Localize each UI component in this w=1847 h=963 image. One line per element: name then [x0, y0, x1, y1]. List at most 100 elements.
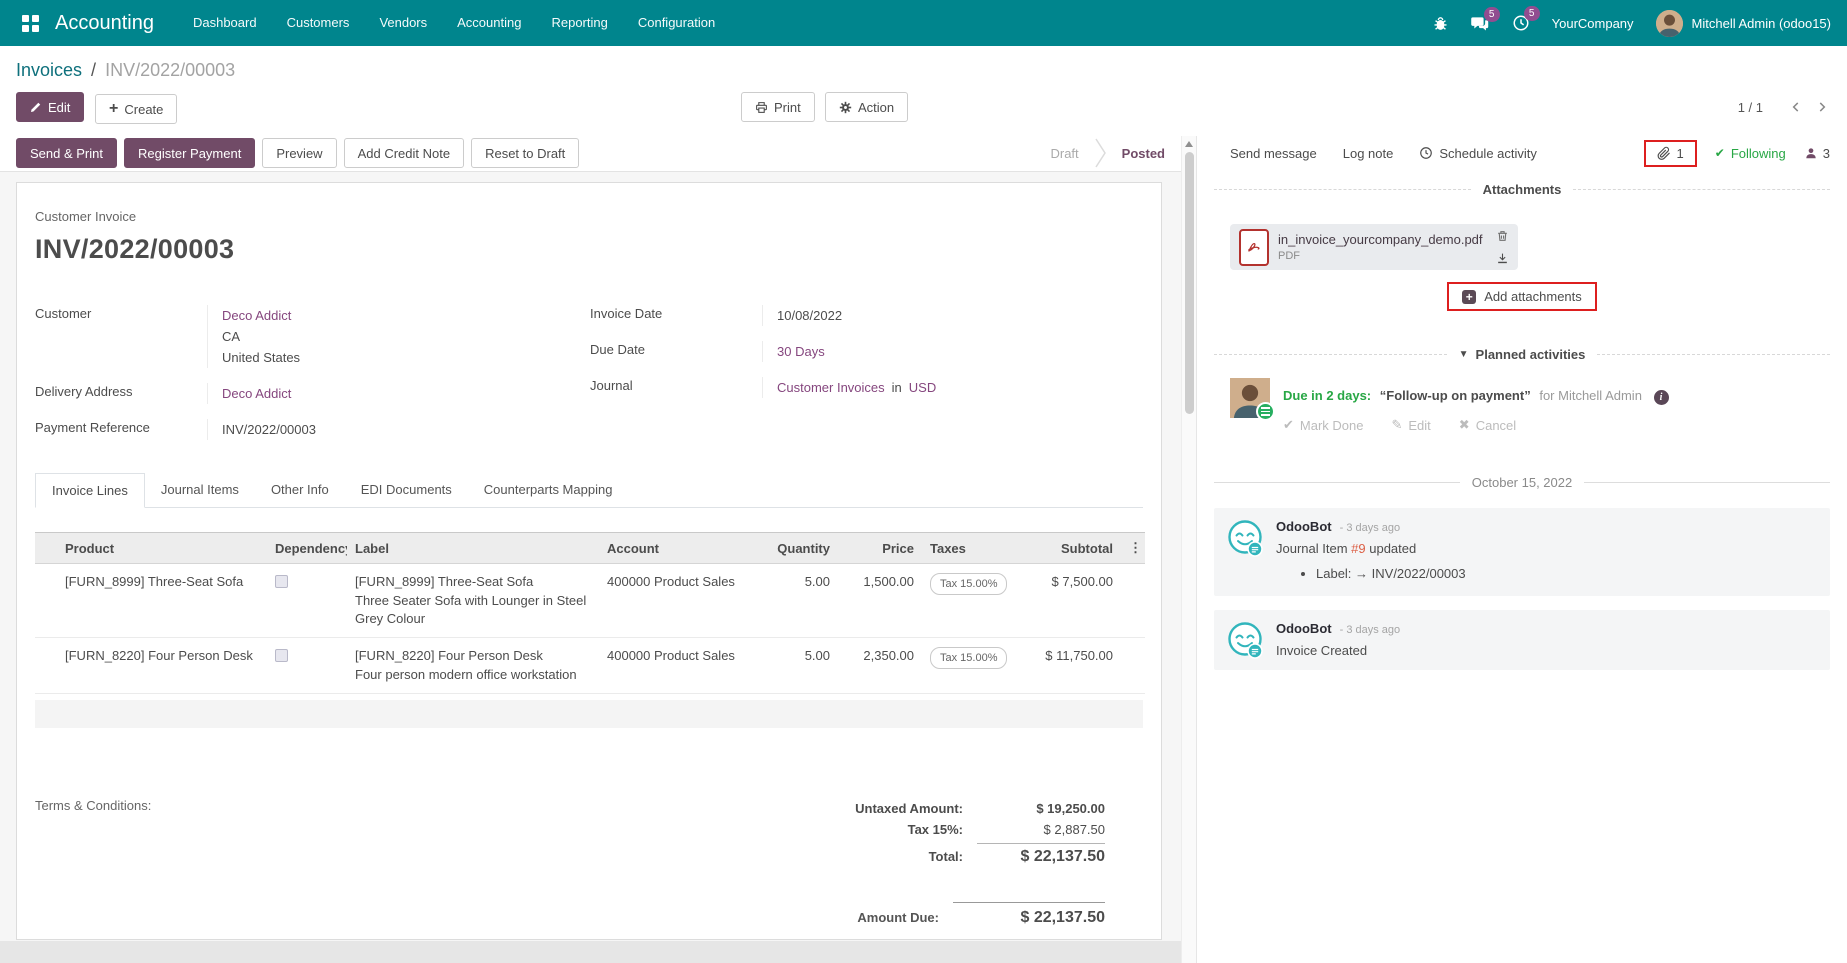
dependency-column-header[interactable]: Dependency	[267, 533, 347, 564]
edit-button[interactable]: Edit	[16, 92, 84, 122]
activity-item: Due in 2 days: “Follow-up on payment” fo…	[1230, 378, 1830, 433]
table-row[interactable]: [FURN_8999] Three-Seat Sofa [FURN_8999] …	[35, 564, 1145, 638]
send-message-button[interactable]: Send message	[1230, 146, 1317, 161]
state-draft[interactable]: Draft	[1035, 146, 1093, 161]
tab-counterparts-mapping[interactable]: Counterparts Mapping	[468, 473, 629, 508]
customer-address-line2: United States	[222, 347, 590, 368]
journal-label: Journal	[590, 377, 762, 398]
tab-other-info[interactable]: Other Info	[255, 473, 345, 508]
mark-done-button[interactable]: ✔Mark Done	[1283, 417, 1363, 433]
delivery-address-link[interactable]: Deco Addict	[222, 386, 291, 401]
invoice-number: INV/2022/00003	[35, 234, 1143, 265]
empty-lines-area	[35, 700, 1143, 728]
form-scrollbar[interactable]	[1181, 136, 1196, 963]
row-label-line1: [FURN_8999] Three-Seat Sofa	[355, 573, 591, 591]
add-credit-note-button[interactable]: Add Credit Note	[344, 138, 465, 168]
subtotal-column-header[interactable]: Subtotal	[1024, 533, 1121, 564]
messages-icon[interactable]: 5	[1471, 15, 1490, 32]
create-button[interactable]: + Create	[95, 94, 177, 124]
action-button[interactable]: Action	[825, 92, 908, 122]
attachments-counter[interactable]: 1	[1644, 140, 1697, 167]
attachment-filename[interactable]: in_invoice_yourcompany_demo.pdf	[1278, 232, 1487, 247]
state-posted[interactable]: Posted	[1107, 146, 1180, 161]
preview-button[interactable]: Preview	[262, 138, 336, 168]
menu-reporting[interactable]: Reporting	[536, 0, 622, 46]
invoice-lines-table: Product Dependency Label Account Quantit…	[35, 532, 1145, 694]
reset-to-draft-button[interactable]: Reset to Draft	[471, 138, 579, 168]
journal-link[interactable]: Customer Invoices	[777, 380, 885, 395]
cancel-activity-button[interactable]: ✖Cancel	[1459, 417, 1516, 433]
main-menu: Dashboard Customers Vendors Accounting R…	[178, 0, 730, 46]
due-date-link[interactable]: 30 Days	[777, 344, 825, 359]
register-payment-button[interactable]: Register Payment	[124, 138, 255, 168]
edit-activity-button[interactable]: ✎Edit	[1391, 417, 1430, 433]
menu-customers[interactable]: Customers	[272, 0, 365, 46]
price-column-header[interactable]: Price	[838, 533, 922, 564]
add-attachments-button[interactable]: + Add attachments	[1447, 282, 1597, 311]
taxes-column-header[interactable]: Taxes	[922, 533, 1024, 564]
tax-tag: Tax 15.00%	[930, 573, 1007, 595]
check-icon: ✔	[1283, 417, 1294, 433]
breadcrumb-separator: /	[91, 60, 96, 81]
print-button[interactable]: Print	[741, 92, 815, 122]
planned-activities-divider[interactable]: ▼Planned activities	[1214, 347, 1830, 362]
journal-in-text: in	[892, 380, 902, 395]
log-note-button[interactable]: Log note	[1343, 146, 1394, 161]
breadcrumb-parent[interactable]: Invoices	[16, 60, 82, 81]
menu-accounting[interactable]: Accounting	[442, 0, 536, 46]
quantity-column-header[interactable]: Quantity	[754, 533, 838, 564]
download-attachment-icon[interactable]	[1496, 252, 1509, 265]
scroll-up-icon[interactable]	[1185, 141, 1193, 147]
row-quantity: 5.00	[754, 564, 838, 638]
chatter-panel: Send message Log note Schedule activity …	[1196, 136, 1847, 963]
account-column-header[interactable]: Account	[599, 533, 754, 564]
message-author[interactable]: OdooBot	[1276, 621, 1332, 636]
menu-dashboard[interactable]: Dashboard	[178, 0, 272, 46]
attachments-divider[interactable]: Attachments	[1214, 182, 1830, 197]
attachment-card[interactable]: in_invoice_yourcompany_demo.pdf PDF	[1230, 224, 1518, 270]
following-button[interactable]: ✔ Following	[1715, 146, 1786, 161]
pager-next-icon[interactable]	[1813, 98, 1831, 116]
tab-edi-documents[interactable]: EDI Documents	[345, 473, 468, 508]
activities-clock-icon[interactable]: 5	[1512, 14, 1530, 32]
followers-button[interactable]: 3	[1804, 146, 1830, 161]
scrollbar-thumb[interactable]	[1185, 152, 1194, 414]
dependency-checkbox[interactable]	[275, 649, 288, 662]
info-icon[interactable]: i	[1654, 390, 1669, 405]
apps-menu-icon[interactable]	[22, 15, 39, 32]
table-row[interactable]: [FURN_8220] Four Person Desk [FURN_8220]…	[35, 638, 1145, 694]
schedule-activity-button[interactable]: Schedule activity	[1419, 146, 1537, 161]
row-account: 400000 Product Sales	[599, 638, 754, 694]
menu-configuration[interactable]: Configuration	[623, 0, 730, 46]
tab-journal-items[interactable]: Journal Items	[145, 473, 255, 508]
dependency-checkbox[interactable]	[275, 575, 288, 588]
optional-columns-icon[interactable]: ⋮	[1121, 533, 1145, 564]
row-label-line1: [FURN_8220] Four Person Desk	[355, 647, 591, 665]
message-item: OdooBot - 3 days ago Invoice Created	[1214, 610, 1830, 670]
user-menu[interactable]: Mitchell Admin (odoo15)	[1656, 10, 1831, 37]
notebook-tabs: Invoice Lines Journal Items Other Info E…	[35, 472, 1143, 508]
top-navbar: Accounting Dashboard Customers Vendors A…	[0, 0, 1847, 46]
message-author[interactable]: OdooBot	[1276, 519, 1332, 534]
customer-address-line1: CA	[222, 326, 590, 347]
delete-attachment-icon[interactable]	[1496, 229, 1509, 243]
row-product: [FURN_8999] Three-Seat Sofa	[57, 564, 267, 638]
menu-vendors[interactable]: Vendors	[364, 0, 442, 46]
label-column-header[interactable]: Label	[347, 533, 599, 564]
amount-due-value: $ 22,137.50	[953, 902, 1105, 927]
caret-down-icon: ▼	[1459, 349, 1469, 360]
customer-link[interactable]: Deco Addict	[222, 308, 291, 323]
printer-icon	[755, 101, 768, 114]
row-subtotal: $ 11,750.00	[1024, 638, 1121, 694]
tax-label: Tax 15%:	[908, 822, 963, 837]
currency-link[interactable]: USD	[909, 380, 936, 395]
untaxed-value: $ 19,250.00	[977, 801, 1105, 816]
pager-previous-icon[interactable]	[1787, 98, 1805, 116]
check-icon: ✔	[1715, 146, 1725, 160]
company-switcher[interactable]: YourCompany	[1552, 16, 1634, 31]
tab-invoice-lines[interactable]: Invoice Lines	[35, 473, 145, 508]
product-column-header[interactable]: Product	[57, 533, 267, 564]
send-print-button[interactable]: Send & Print	[16, 138, 117, 168]
journal-item-ref[interactable]: #9	[1351, 541, 1365, 556]
debug-bug-icon[interactable]	[1432, 15, 1449, 32]
